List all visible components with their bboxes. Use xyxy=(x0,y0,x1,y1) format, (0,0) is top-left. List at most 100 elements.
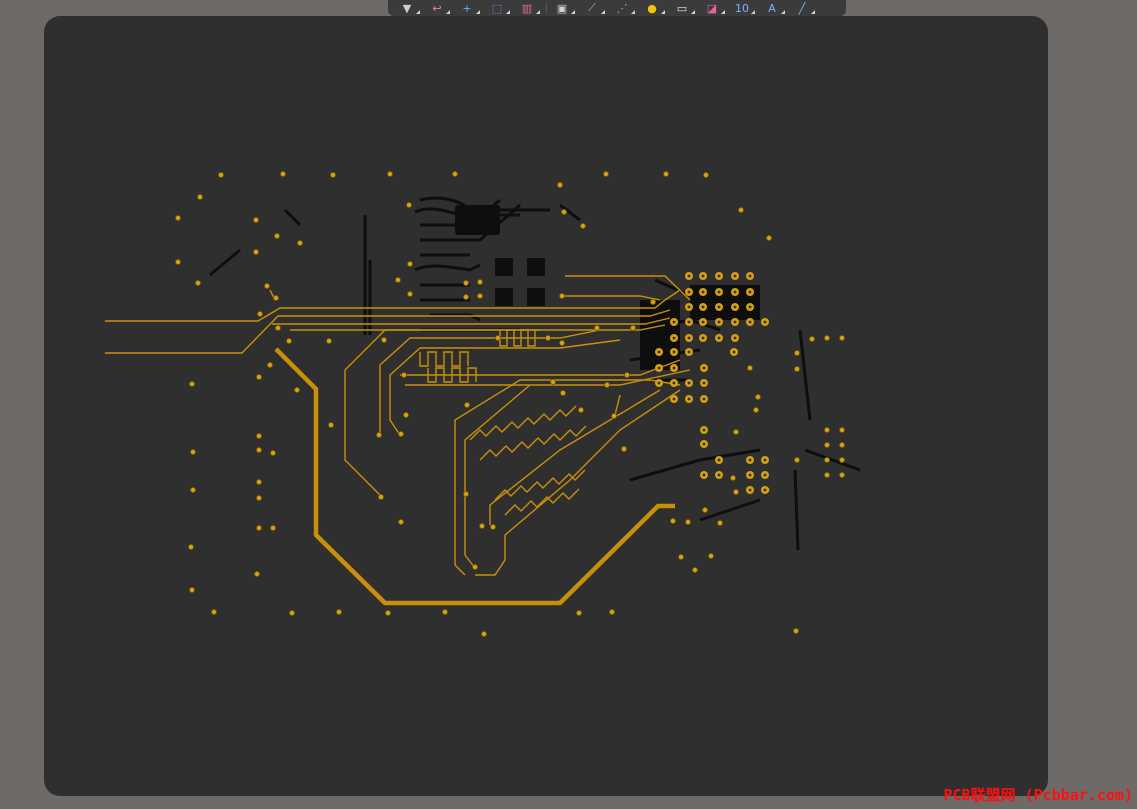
text-button[interactable]: A xyxy=(761,1,785,15)
via[interactable] xyxy=(210,609,217,616)
via[interactable] xyxy=(463,401,470,408)
via[interactable] xyxy=(557,181,564,188)
via[interactable] xyxy=(793,628,800,635)
via[interactable] xyxy=(196,193,203,200)
via[interactable] xyxy=(489,524,496,531)
via[interactable] xyxy=(702,506,709,513)
via[interactable] xyxy=(733,488,740,495)
via[interactable] xyxy=(630,324,637,331)
via[interactable] xyxy=(256,310,263,317)
via[interactable] xyxy=(335,609,342,616)
via[interactable] xyxy=(255,446,262,453)
via[interactable] xyxy=(824,334,831,341)
via[interactable] xyxy=(824,456,831,463)
dimension-button[interactable]: 10 xyxy=(731,1,755,15)
via[interactable] xyxy=(189,486,196,493)
via[interactable] xyxy=(188,587,195,594)
via-button[interactable]: ● xyxy=(641,1,665,15)
via[interactable] xyxy=(839,334,846,341)
via[interactable] xyxy=(252,216,259,223)
via[interactable] xyxy=(400,371,407,378)
via[interactable] xyxy=(611,412,618,419)
via[interactable] xyxy=(406,260,413,267)
via[interactable] xyxy=(545,334,552,341)
via[interactable] xyxy=(397,519,404,526)
via[interactable] xyxy=(703,171,710,178)
via[interactable] xyxy=(708,553,715,560)
via[interactable] xyxy=(839,456,846,463)
via[interactable] xyxy=(578,406,585,413)
via[interactable] xyxy=(839,426,846,433)
via[interactable] xyxy=(377,493,384,500)
via[interactable] xyxy=(174,214,181,221)
via[interactable] xyxy=(824,471,831,478)
pcb-layout-view[interactable] xyxy=(44,16,1048,796)
via[interactable] xyxy=(329,171,336,178)
via[interactable] xyxy=(285,337,292,344)
via[interactable] xyxy=(386,170,393,177)
via[interactable] xyxy=(603,170,610,177)
via[interactable] xyxy=(559,339,566,346)
via[interactable] xyxy=(462,490,469,497)
via[interactable] xyxy=(397,430,404,437)
via[interactable] xyxy=(269,525,276,532)
component-button[interactable]: ▣ xyxy=(551,1,575,15)
via[interactable] xyxy=(266,361,273,368)
via[interactable] xyxy=(255,432,262,439)
via[interactable] xyxy=(809,335,816,342)
via[interactable] xyxy=(580,222,587,229)
via[interactable] xyxy=(794,365,801,372)
via[interactable] xyxy=(559,292,566,299)
via[interactable] xyxy=(733,428,740,435)
via[interactable] xyxy=(753,406,760,413)
via[interactable] xyxy=(296,239,303,246)
via[interactable] xyxy=(824,441,831,448)
via[interactable] xyxy=(402,411,409,418)
via[interactable] xyxy=(269,449,276,456)
via[interactable] xyxy=(325,337,332,344)
via[interactable] xyxy=(255,478,262,485)
via[interactable] xyxy=(194,279,201,286)
via[interactable] xyxy=(685,519,692,526)
via[interactable] xyxy=(494,334,501,341)
via[interactable] xyxy=(839,471,846,478)
via[interactable] xyxy=(279,170,286,177)
via[interactable] xyxy=(480,631,487,638)
via[interactable] xyxy=(272,294,279,301)
filter-button[interactable]: ▼ xyxy=(396,1,420,15)
via[interactable] xyxy=(717,520,724,527)
via[interactable] xyxy=(375,431,382,438)
via[interactable] xyxy=(624,371,631,378)
via[interactable] xyxy=(692,567,699,574)
via[interactable] xyxy=(288,610,295,617)
via[interactable] xyxy=(766,234,773,241)
via[interactable] xyxy=(471,564,478,571)
via[interactable] xyxy=(678,554,685,561)
via[interactable] xyxy=(255,494,262,501)
via[interactable] xyxy=(188,380,195,387)
route-button[interactable]: ↩ xyxy=(426,1,450,15)
via[interactable] xyxy=(604,381,611,388)
via[interactable] xyxy=(561,208,568,215)
via[interactable] xyxy=(293,386,300,393)
via[interactable] xyxy=(755,393,762,400)
fill-button[interactable]: ▭ xyxy=(671,1,695,15)
via[interactable] xyxy=(217,171,224,178)
add-button[interactable]: + xyxy=(456,1,480,15)
via[interactable] xyxy=(405,201,412,208)
select-rect-button[interactable]: ⬚ xyxy=(486,1,510,15)
via[interactable] xyxy=(824,426,831,433)
via[interactable] xyxy=(650,298,657,305)
via[interactable] xyxy=(380,336,387,343)
via[interactable] xyxy=(839,441,846,448)
via[interactable] xyxy=(462,293,469,300)
via[interactable] xyxy=(747,364,754,371)
via[interactable] xyxy=(621,445,628,452)
pcb-board-canvas[interactable] xyxy=(44,16,1048,796)
via[interactable] xyxy=(794,456,801,463)
via[interactable] xyxy=(263,282,270,289)
via[interactable] xyxy=(794,349,801,356)
via[interactable] xyxy=(441,609,448,616)
align-button[interactable]: ▥ xyxy=(516,1,540,15)
via[interactable] xyxy=(594,324,601,331)
